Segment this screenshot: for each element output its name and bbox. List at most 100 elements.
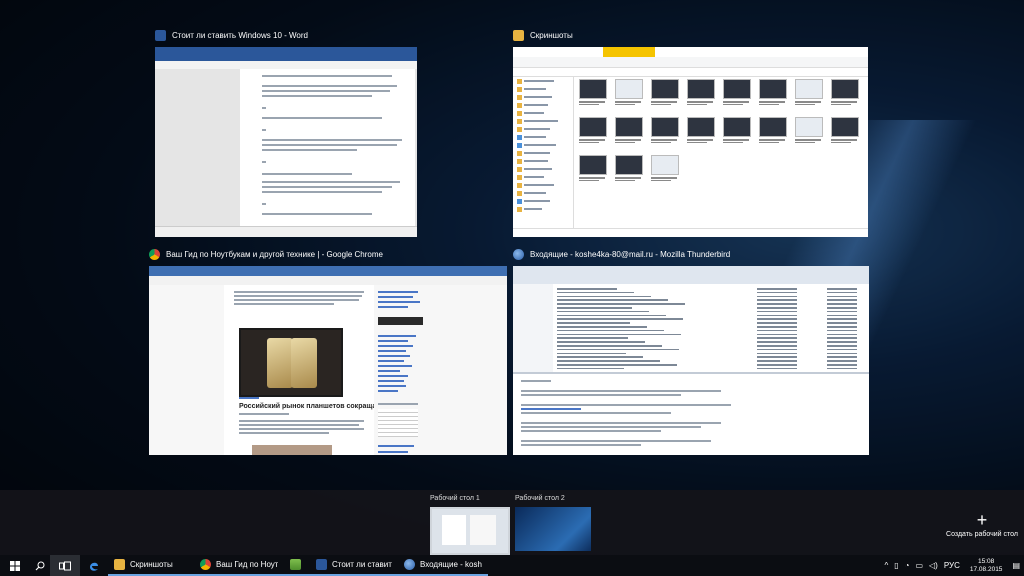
file-thumbnail[interactable] [579, 117, 607, 137]
file-caption [757, 138, 787, 143]
file-thumbnail[interactable] [831, 79, 859, 99]
article-phone-image [239, 328, 343, 397]
file-caption [685, 100, 715, 105]
clock[interactable]: 15:08 17.08.2015 [970, 558, 1003, 574]
file-caption [613, 100, 643, 105]
file-caption [577, 138, 607, 143]
file-thumbnail[interactable] [651, 117, 679, 137]
file-thumbnail[interactable] [651, 79, 679, 99]
file-thumbnail[interactable] [687, 79, 715, 99]
start-button[interactable] [0, 555, 30, 576]
message-row[interactable] [557, 360, 863, 362]
system-tray: ^ ▯ ◔ ▭ ◁) РУС 15:08 17.08.2015 ▤ [884, 555, 1024, 576]
battery-icon[interactable]: ▭ [915, 561, 923, 570]
message-row[interactable] [557, 364, 863, 366]
file-caption [757, 100, 787, 105]
message-row[interactable] [557, 367, 863, 370]
network-icon[interactable]: ▯ [894, 561, 898, 570]
windows-logo-icon [10, 560, 20, 571]
window-title-text: Скриншоты [530, 30, 573, 40]
window-thumb-title: Ваш Гид по Ноутбукам и другой технике | … [149, 246, 383, 262]
file-thumbnail[interactable] [831, 117, 859, 137]
window-thumb-word[interactable]: Стоит ли ставить Windows 10 - Word [155, 27, 417, 237]
file-thumbnail[interactable] [795, 79, 823, 99]
taskbar-app-chrome[interactable]: Ваш Гид по Ноутб... [194, 555, 284, 576]
message-row[interactable] [557, 307, 863, 309]
desktop-1[interactable]: Рабочий стол 1 [430, 495, 510, 555]
language-indicator[interactable]: РУС [944, 561, 960, 570]
taskbar-app-explorer[interactable]: Скриншоты [108, 555, 194, 576]
message-row[interactable] [557, 337, 863, 339]
file-thumbnail[interactable] [723, 117, 751, 137]
window-thumb-chrome[interactable]: Ваш Гид по Ноутбукам и другой технике | … [149, 246, 507, 455]
message-row[interactable] [557, 326, 863, 328]
show-hidden-icons-icon[interactable]: ^ [884, 561, 888, 570]
file-caption [577, 100, 607, 105]
message-row[interactable] [557, 318, 863, 320]
message-row[interactable] [557, 303, 863, 305]
window-preview-thunderbird [513, 266, 869, 455]
window-preview-explorer [513, 47, 868, 237]
plus-icon: + [976, 510, 988, 530]
word-icon [316, 559, 327, 570]
file-thumbnail[interactable] [615, 117, 643, 137]
message-row[interactable] [557, 314, 863, 317]
message-row[interactable] [557, 322, 863, 324]
volume-icon[interactable]: ◁) [929, 561, 938, 570]
taskbar-app-word[interactable]: Стоит ли ставить... [310, 555, 398, 576]
task-view-icon [59, 561, 71, 570]
wifi-icon[interactable]: ◔ [905, 561, 910, 570]
taskbar-app-notepad[interactable] [284, 555, 310, 576]
message-row[interactable] [557, 295, 863, 298]
message-row[interactable] [557, 299, 863, 301]
notification-center-icon[interactable]: ▤ [1012, 561, 1020, 570]
file-thumbnail[interactable] [651, 155, 679, 175]
message-row[interactable] [557, 288, 863, 290]
message-row[interactable] [557, 310, 863, 313]
desktop-2[interactable]: Рабочий стол 2 [515, 495, 595, 553]
file-thumbnail[interactable] [579, 155, 607, 175]
explorer-nav-pane [513, 76, 574, 229]
notepad-icon [290, 559, 301, 570]
window-thumb-explorer[interactable]: Скриншоты [513, 27, 868, 237]
message-row[interactable] [557, 352, 863, 355]
window-thumb-thunderbird[interactable]: Входящие - koshe4ka-80@mail.ru - Mozilla… [513, 246, 869, 455]
file-thumbnail[interactable] [759, 79, 787, 99]
message-row[interactable] [557, 356, 863, 358]
file-caption [649, 176, 679, 181]
message-row[interactable] [557, 329, 863, 332]
file-thumbnail[interactable] [723, 79, 751, 99]
taskbar-app-thunderbird[interactable]: Входящие - koshe4... [398, 555, 488, 576]
message-row[interactable] [557, 333, 863, 336]
message-row[interactable] [557, 341, 863, 343]
file-thumbnail[interactable] [579, 79, 607, 99]
thunderbird-message-list [553, 284, 869, 372]
file-caption [793, 100, 823, 105]
task-view-button[interactable] [50, 555, 80, 576]
taskbar: Скриншоты Ваш Гид по Ноутб... Стоит ли с… [0, 555, 1024, 576]
word-status-bar [155, 226, 417, 237]
chrome-article: Российский рынок планшетов сокращается [224, 285, 391, 455]
file-thumbnail[interactable] [759, 117, 787, 137]
message-row[interactable] [557, 348, 863, 351]
clock-time: 15:08 [978, 557, 995, 565]
desktop-1-label: Рабочий стол 1 [430, 495, 480, 502]
window-thumb-title: Скриншоты [513, 27, 573, 43]
search-icon [35, 561, 45, 570]
search-button[interactable] [30, 555, 50, 576]
edge-button[interactable] [80, 555, 108, 576]
message-row[interactable] [557, 345, 863, 347]
file-thumbnail[interactable] [615, 155, 643, 175]
file-caption [649, 138, 679, 143]
file-thumbnail[interactable] [795, 117, 823, 137]
window-title-text: Ваш Гид по Ноутбукам и другой технике | … [166, 249, 383, 259]
message-row[interactable] [557, 291, 863, 294]
word-icon [155, 29, 166, 41]
word-ribbon [155, 47, 417, 61]
article-heading[interactable]: Российский рынок планшетов сокращается [239, 403, 391, 410]
file-thumbnail[interactable] [687, 117, 715, 137]
new-desktop-button[interactable]: + Создать рабочий стол [946, 510, 1018, 538]
window-title-text: Стоит ли ставить Windows 10 - Word [172, 30, 308, 40]
file-caption [613, 138, 643, 143]
file-thumbnail[interactable] [615, 79, 643, 99]
